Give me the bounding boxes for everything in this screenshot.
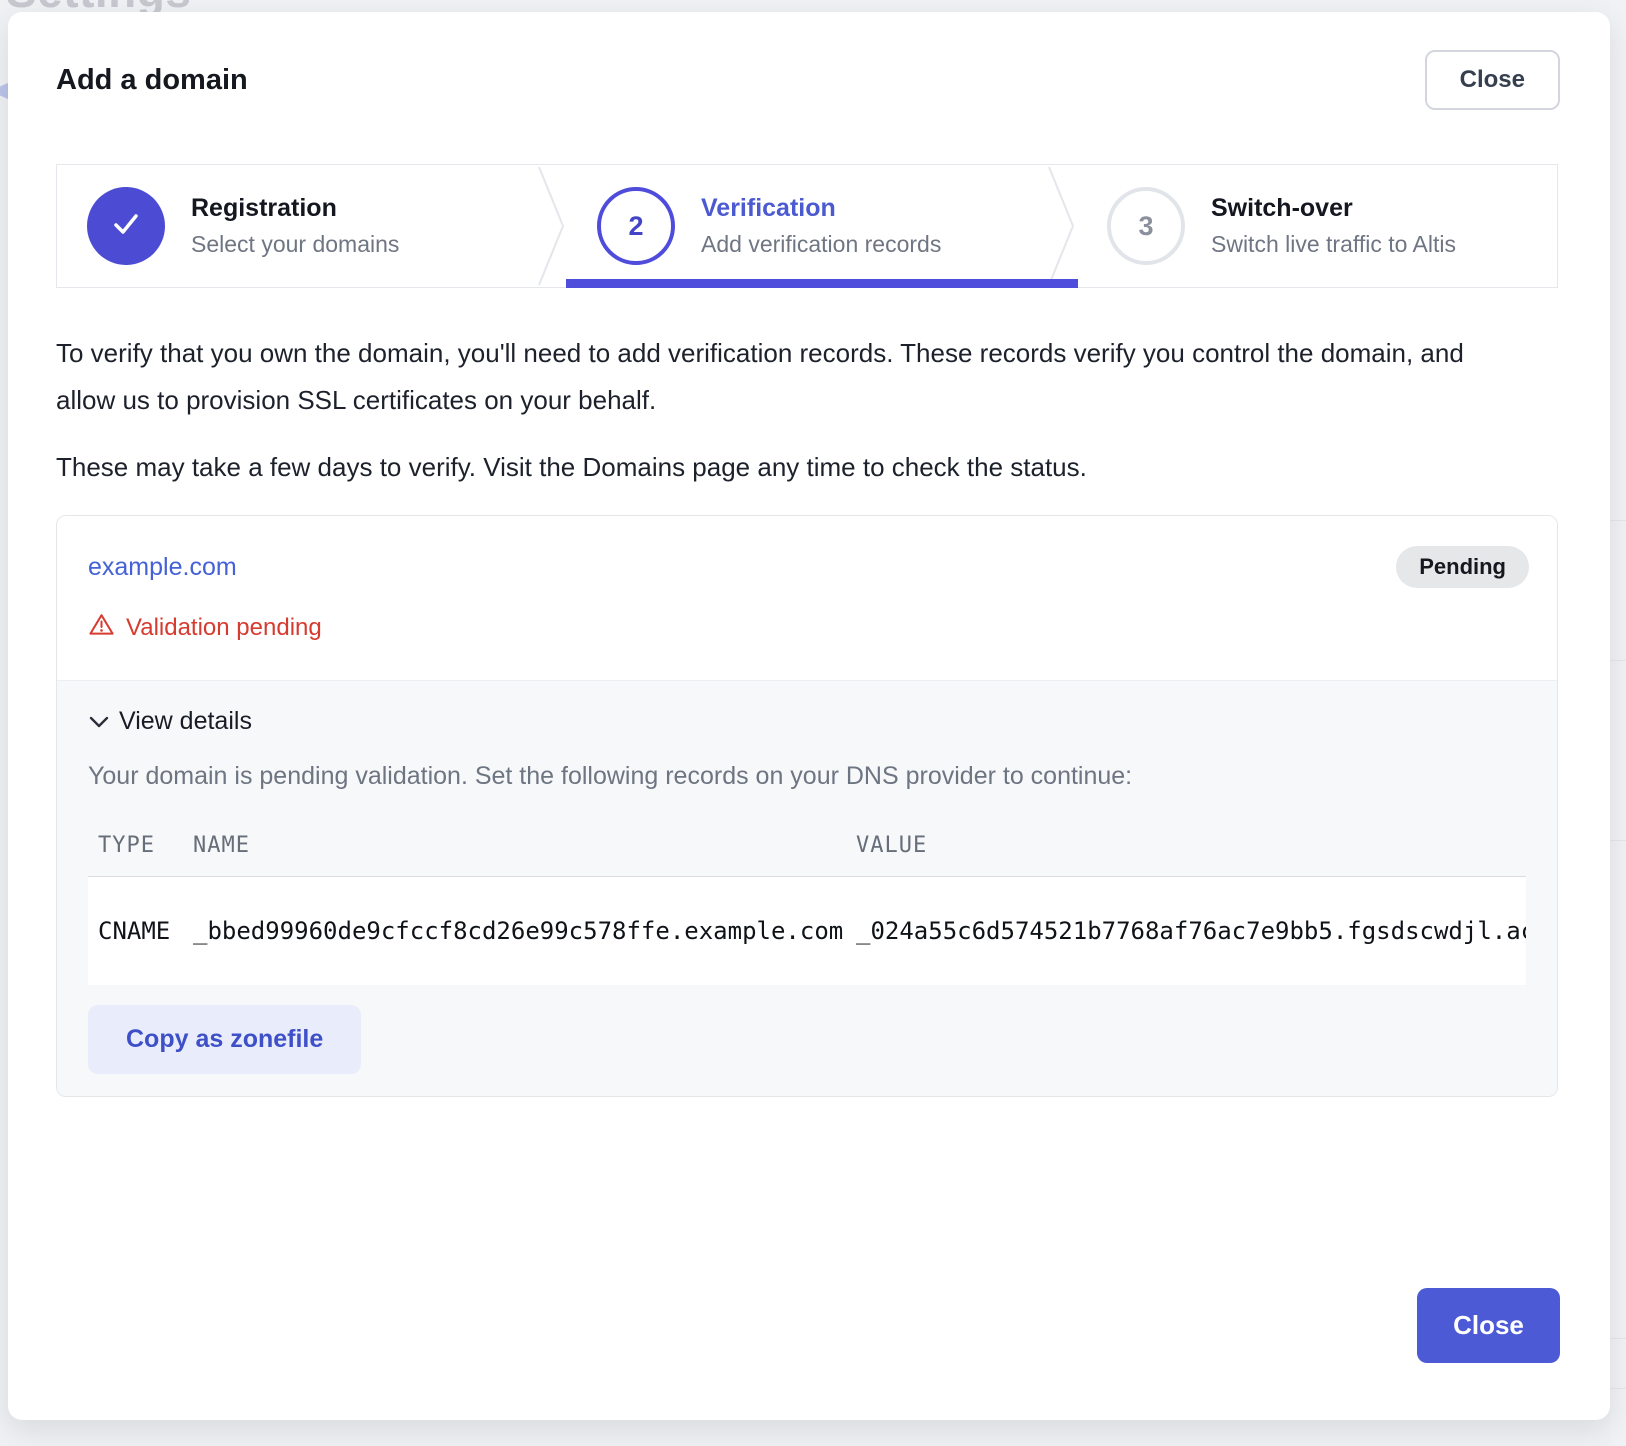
step-number: 2 — [628, 211, 643, 242]
chevron-down-icon — [88, 707, 110, 736]
step-subtitle: Select your domains — [191, 231, 399, 258]
modal-title: Add a domain — [48, 64, 248, 97]
check-icon — [106, 204, 146, 249]
step-number-circle: 2 — [597, 187, 675, 265]
column-header-name: NAME — [193, 833, 856, 858]
intro-paragraph: To verify that you own the domain, you'l… — [48, 330, 1508, 424]
step-registration[interactable]: Registration Select your domains — [57, 165, 537, 287]
background-page-edge — [1610, 0, 1626, 1446]
step-complete-circle — [87, 187, 165, 265]
validation-warning: Validation pending — [88, 612, 1529, 644]
add-domain-modal: Add a domain Close Registration Select y… — [8, 12, 1610, 1420]
dns-record-row: CNAME _bbed99960de9cfccf8cd26e99c578ffe.… — [88, 877, 1526, 985]
column-header-type: TYPE — [98, 833, 193, 858]
record-value: _024a55c6d574521b7768af76ac7e9bb5.fgsdsc… — [856, 917, 1526, 945]
warning-triangle-icon — [88, 612, 115, 644]
step-verification[interactable]: 2 Verification Add verification records — [567, 165, 1047, 287]
record-name: _bbed99960de9cfccf8cd26e99c578ffe.exampl… — [193, 917, 856, 945]
dns-records-table: TYPE NAME VALUE CNAME _bbed99960de9cfccf… — [88, 833, 1526, 985]
modal-footer: Close — [48, 1288, 1560, 1363]
status-badge: Pending — [1396, 546, 1529, 588]
close-button-top[interactable]: Close — [1425, 50, 1560, 110]
domain-link[interactable]: example.com — [88, 553, 237, 582]
step-switch-over[interactable]: 3 Switch-over Switch live traffic to Alt… — [1077, 165, 1557, 287]
column-header-value: VALUE — [856, 833, 1526, 858]
dns-instructions: Your domain is pending validation. Set t… — [88, 762, 1526, 791]
domain-card: example.com Pending Validation pending — [56, 515, 1558, 1097]
modal-header: Add a domain Close — [48, 50, 1560, 110]
step-subtitle: Add verification records — [701, 231, 941, 258]
step-subtitle: Switch live traffic to Altis — [1211, 231, 1456, 258]
warning-label: Validation pending — [126, 614, 322, 642]
step-number-circle: 3 — [1107, 187, 1185, 265]
copy-as-zonefile-button[interactable]: Copy as zonefile — [88, 1005, 361, 1074]
view-details-label: View details — [119, 707, 252, 736]
step-separator-chevron-icon — [1047, 165, 1077, 287]
stepper: Registration Select your domains 2 Verif… — [56, 164, 1558, 288]
domain-card-details: View details Your domain is pending vali… — [57, 680, 1557, 1096]
step-title: Registration — [191, 194, 399, 223]
step-title: Verification — [701, 194, 941, 223]
note-paragraph: These may take a few days to verify. Vis… — [48, 444, 1560, 491]
step-number: 3 — [1138, 211, 1153, 242]
step-title: Switch-over — [1211, 194, 1456, 223]
view-details-toggle[interactable]: View details — [88, 707, 1526, 736]
domain-card-header: example.com Pending Validation pending — [57, 516, 1557, 680]
step-separator-chevron-icon — [537, 165, 567, 287]
dns-table-header: TYPE NAME VALUE — [88, 833, 1526, 858]
record-type: CNAME — [98, 917, 193, 945]
active-step-indicator-bar — [566, 279, 1078, 288]
close-button-bottom[interactable]: Close — [1417, 1288, 1560, 1363]
